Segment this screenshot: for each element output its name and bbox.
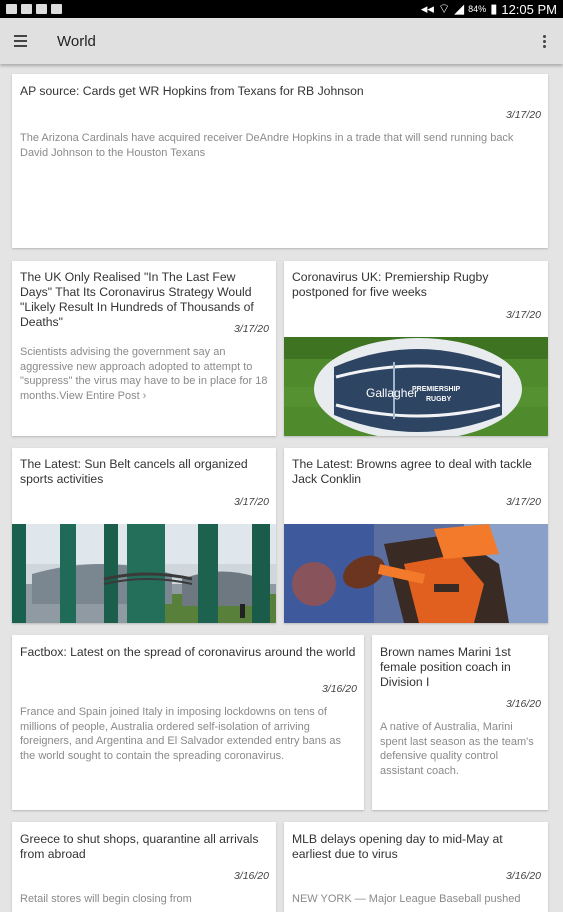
more-options-icon[interactable]	[539, 32, 549, 50]
status-bar: ◂◂ ⌔ ◢ 84% ▮ 12:05 PM	[0, 0, 563, 18]
notification-icon	[6, 4, 17, 14]
notification-icon	[36, 4, 47, 14]
article-title: Factbox: Latest on the spread of coronav…	[20, 645, 356, 659]
article-card[interactable]: AP source: Cards get WR Hopkins from Tex…	[12, 74, 548, 248]
article-date: 3/17/20	[505, 496, 541, 508]
article-card[interactable]: The Latest: Browns agree to deal with ta…	[284, 448, 548, 623]
notification-icon	[21, 4, 32, 14]
article-title: The UK Only Realised "In The Last Few Da…	[20, 270, 254, 329]
article-feed: AP source: Cards get WR Hopkins from Tex…	[0, 64, 563, 912]
article-date: 3/17/20	[233, 323, 269, 335]
article-card[interactable]: Brown names Marini 1st female position c…	[372, 635, 548, 810]
article-summary: Scientists advising the government say a…	[20, 346, 268, 402]
article-card[interactable]: MLB delays opening day to mid-May at ear…	[284, 822, 548, 912]
article-date: 3/17/20	[505, 309, 541, 321]
article-title: Greece to shut shops, quarantine all arr…	[20, 832, 259, 861]
system-status: ◂◂ ⌔ ◢ 84% ▮ 12:05 PM	[421, 1, 557, 17]
article-title: AP source: Cards get WR Hopkins from Tex…	[20, 84, 364, 98]
sponsor-text: Gallagher	[366, 386, 418, 400]
article-date: 3/16/20	[505, 698, 541, 710]
article-image	[12, 524, 276, 623]
battery-percent: 84%	[468, 4, 487, 14]
article-card[interactable]: The UK Only Realised "In The Last Few Da…	[12, 261, 276, 436]
page-title: World	[57, 32, 96, 50]
league-text-2: RUGBY	[426, 396, 452, 403]
menu-icon[interactable]	[14, 18, 42, 64]
article-summary: France and Spain joined Italy in imposin…	[20, 706, 342, 762]
notification-icons	[6, 4, 62, 14]
football-player-image	[284, 524, 548, 623]
article-card[interactable]: Coronavirus UK: Premiership Rugby postpo…	[284, 261, 548, 436]
article-summary: NEW YORK — Major League Baseball pushed	[292, 893, 521, 905]
article-card[interactable]: Greece to shut shops, quarantine all arr…	[12, 822, 276, 912]
article-date: 3/16/20	[321, 683, 357, 695]
app-bar: World	[0, 18, 563, 64]
article-date: 3/17/20	[233, 496, 269, 508]
mute-icon: ◂◂	[420, 1, 434, 16]
clock: 12:05 PM	[501, 1, 557, 17]
article-title: The Latest: Browns agree to deal with ta…	[292, 457, 532, 486]
league-text: PREMIERSHIP	[412, 386, 461, 393]
article-title: Coronavirus UK: Premiership Rugby postpo…	[292, 270, 489, 299]
article-title: Brown names Marini 1st female position c…	[380, 645, 511, 689]
article-title: The Latest: Sun Belt cancels all organiz…	[20, 457, 248, 486]
article-summary: The Arizona Cardinals have acquired rece…	[20, 132, 514, 159]
wifi-icon: ⌔	[437, 1, 451, 16]
signal-icon: ◢	[454, 1, 465, 16]
article-date: 3/17/20	[505, 109, 541, 121]
article-summary: A native of Australia, Marini spent last…	[380, 721, 534, 777]
article-date: 3/16/20	[233, 870, 269, 882]
article-title: MLB delays opening day to mid-May at ear…	[292, 832, 503, 861]
article-date: 3/16/20	[505, 870, 541, 882]
rugby-ball-image: Gallagher PREMIERSHIP RUGBY	[284, 337, 548, 436]
article-image	[284, 524, 548, 623]
battery-icon: ▮	[490, 1, 498, 16]
notification-icon	[51, 4, 62, 14]
article-summary: Retail stores will begin closing from	[20, 893, 192, 905]
article-card[interactable]: The Latest: Sun Belt cancels all organiz…	[12, 448, 276, 623]
article-card[interactable]: Factbox: Latest on the spread of coronav…	[12, 635, 364, 810]
article-image: Gallagher PREMIERSHIP RUGBY	[284, 337, 548, 436]
stadium-gate-image	[12, 524, 276, 623]
